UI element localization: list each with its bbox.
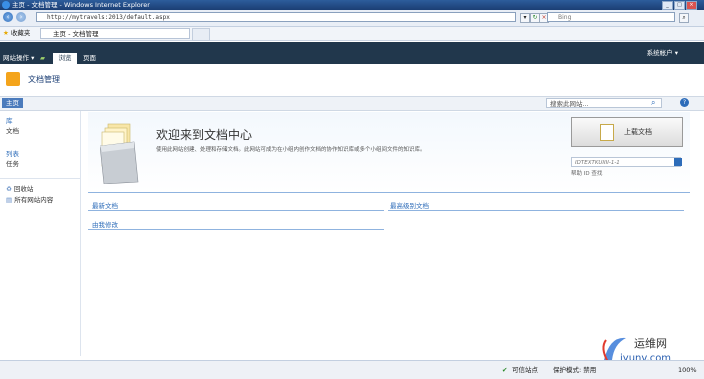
watermark-cn: 运维网 <box>634 337 667 350</box>
find-id-go-icon[interactable] <box>674 158 682 166</box>
all-content-label: 所有网站内容 <box>14 196 54 204</box>
all-content-link[interactable]: ▤ 所有网站内容 <box>6 194 53 204</box>
trusted-site-icon: ✔ <box>502 366 508 374</box>
divider <box>0 178 80 179</box>
status-bar: ✔ 可信站点 保护模式: 禁用 100% <box>0 360 704 379</box>
search-placeholder: Bing <box>558 14 572 21</box>
search-icon[interactable]: ⌕ <box>679 13 689 23</box>
quick-launch: 库 文档 列表 任务 ♻ 回收站 ▤ 所有网站内容 <box>0 111 81 356</box>
recycle-bin-icon: ♻ <box>6 185 12 193</box>
account-label: 系统帐户 <box>646 49 673 57</box>
top-navigation: 主页 搜索此网站... ⌕ ? <box>0 96 704 111</box>
zone-label[interactable]: 可信站点 <box>512 361 538 379</box>
favorites-label: 收藏夹 <box>10 29 31 37</box>
webpart-underline <box>88 210 384 211</box>
section-divider <box>88 192 690 193</box>
lists-header[interactable]: 列表 <box>6 148 19 158</box>
dropdown-icon[interactable]: ▾ <box>520 13 530 23</box>
webpart-recent-docs[interactable]: 最新文档 <box>92 200 118 210</box>
document-center-icon <box>100 123 139 184</box>
upload-document-label: 上载文档 <box>624 128 652 136</box>
webpart-modified-by-me[interactable]: 由我修改 <box>92 219 118 229</box>
nav-home[interactable]: 主页 <box>2 98 23 108</box>
ribbon: 网站操作 ▾ ▰ 浏览 页面 系统帐户 ▾ <box>0 42 704 64</box>
address-toolbar: ‹ › http://mytravels:2013/default.aspx ▾… <box>0 10 704 27</box>
favorites-button[interactable]: ★ 收藏夹 <box>3 28 30 39</box>
window-title-bar: 主页 - 文档管理 - Windows Internet Explorer _ … <box>0 0 704 10</box>
search-input[interactable]: Bing <box>547 12 675 22</box>
recycle-bin-label: 回收站 <box>13 185 34 193</box>
tab-title: 主页 - 文档管理 <box>53 30 99 38</box>
address-input[interactable]: http://mytravels:2013/default.aspx <box>36 12 516 22</box>
new-tab-button[interactable] <box>192 28 210 41</box>
close-button[interactable]: × <box>686 1 697 10</box>
account-menu[interactable]: 系统帐户 ▾ <box>647 47 678 57</box>
welcome-title: 欢迎来到文档中心 <box>156 128 253 142</box>
library-documents[interactable]: 文档 <box>6 125 19 135</box>
libraries-header[interactable]: 库 <box>6 115 13 125</box>
site-search-input[interactable]: 搜索此网站... <box>546 98 662 108</box>
navigate-up-icon[interactable]: ▰ <box>40 53 45 64</box>
all-content-icon: ▤ <box>6 196 13 204</box>
tab-browse[interactable]: 浏览 <box>53 53 77 64</box>
upload-document-icon <box>600 124 614 141</box>
welcome-panel: 欢迎来到文档中心 使用此网站创建、处理和存储文档。此网站可成为在小组内创作文档的… <box>88 112 690 192</box>
site-header: 文档管理 <box>0 64 704 96</box>
list-tasks[interactable]: 任务 <box>6 158 19 168</box>
site-actions-label: 网站操作 <box>3 54 29 62</box>
welcome-description: 使用此网站创建、处理和存储文档。此网站可成为在小组内创作文档的协作知识库或多个小… <box>156 147 426 153</box>
site-title[interactable]: 文档管理 <box>28 74 60 85</box>
help-icon[interactable]: ? <box>680 98 689 107</box>
zoom-level[interactable]: 100% <box>678 361 697 379</box>
window-title: 主页 - 文档管理 - Windows Internet Explorer <box>12 1 150 9</box>
document-id-placeholder: IDTEXTKUIIII-1-1 <box>575 160 620 166</box>
ie-icon <box>2 1 10 9</box>
back-button[interactable]: ‹ <box>3 12 13 22</box>
maximize-button[interactable]: □ <box>674 1 685 10</box>
site-search-icon[interactable]: ⌕ <box>651 98 655 108</box>
forward-button[interactable]: › <box>16 12 26 22</box>
document-id-input[interactable]: IDTEXTKUIIII-1-1 <box>571 157 681 167</box>
minimize-button[interactable]: _ <box>662 1 673 10</box>
upload-document-button[interactable]: 上载文档 <box>571 117 683 147</box>
site-logo-icon <box>6 72 20 86</box>
webpart-underline <box>388 210 684 211</box>
star-icon: ★ <box>3 29 9 37</box>
protected-mode-label[interactable]: 保护模式: 禁用 <box>553 361 596 379</box>
webpart-underline <box>88 229 384 230</box>
tab-page[interactable]: 页面 <box>83 53 96 64</box>
webpart-top-rated[interactable]: 最高级别文档 <box>390 200 429 210</box>
address-text: http://mytravels:2013/default.aspx <box>47 14 170 21</box>
recycle-bin-link[interactable]: ♻ 回收站 <box>6 183 33 193</box>
site-actions-menu[interactable]: 网站操作 ▾ <box>3 53 34 64</box>
document-id-links[interactable]: 帮助 ID 查找 <box>571 169 602 177</box>
favorites-bar: ★ 收藏夹 主页 - 文档管理 <box>0 27 704 41</box>
browser-tab[interactable]: 主页 - 文档管理 <box>40 28 190 39</box>
site-search-placeholder: 搜索此网站... <box>550 100 589 108</box>
